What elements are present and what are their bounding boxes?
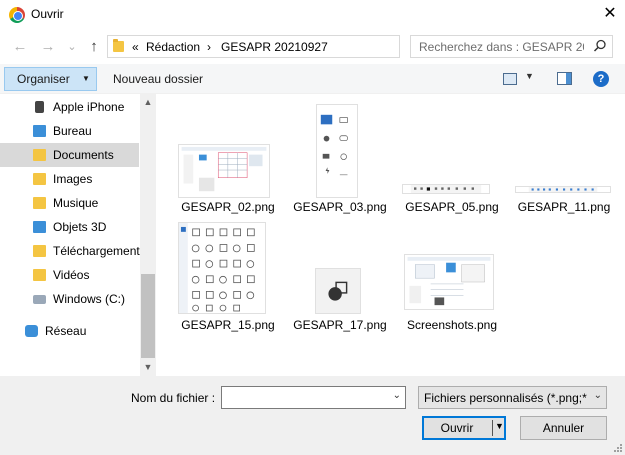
search-input[interactable]: Recherchez dans : GESAPR 20... bbox=[419, 40, 584, 54]
sidebar-item-label: Images bbox=[53, 172, 93, 186]
documents-folder-icon bbox=[33, 149, 46, 161]
sidebar-item-bureau[interactable]: Bureau bbox=[0, 119, 139, 143]
videos-folder-icon bbox=[33, 269, 46, 281]
file-item[interactable]: GESAPR_15.png bbox=[172, 218, 284, 336]
address-bar[interactable]: « Rédaction › GESAPR 20210927 ⌄ ↻ bbox=[107, 35, 499, 58]
file-type-select[interactable]: Fichiers personnalisés (*.png;*.p ⌄ bbox=[418, 386, 607, 409]
sidebar-item-videos[interactable]: Vidéos bbox=[0, 263, 139, 287]
image-thumbnail bbox=[315, 268, 361, 314]
sidebar-item-label: Documents bbox=[53, 148, 114, 162]
file-item[interactable]: GESAPR_03.png bbox=[284, 100, 396, 218]
window-title: Ouvrir bbox=[31, 7, 64, 21]
sidebar-item-label: Téléchargement bbox=[53, 244, 140, 258]
scroll-up-icon[interactable]: ▲ bbox=[140, 94, 156, 111]
file-type-value: Fichiers personnalisés (*.png;*.p bbox=[424, 391, 587, 405]
organise-button[interactable]: Organiser ▼ bbox=[4, 67, 97, 91]
open-button-label: Ouvrir bbox=[440, 421, 474, 435]
file-list: GESAPR_02.png GESAPR_03.png GESAPR_05.pn… bbox=[156, 94, 625, 376]
folder-icon bbox=[113, 39, 124, 52]
sidebar-item-label: Objets 3D bbox=[53, 220, 107, 234]
sidebar-item-label: Musique bbox=[53, 196, 99, 210]
view-dropdown-icon[interactable]: ▼ bbox=[525, 71, 534, 81]
search-box[interactable]: Recherchez dans : GESAPR 20... bbox=[410, 35, 613, 58]
file-name: GESAPR_03.png bbox=[293, 200, 387, 214]
filename-label: Nom du fichier : bbox=[131, 391, 216, 405]
help-icon[interactable]: ? bbox=[593, 71, 609, 87]
sidebar-item-label: Apple iPhone bbox=[53, 100, 125, 114]
file-item[interactable]: GESAPR_11.png bbox=[508, 100, 620, 218]
phone-icon bbox=[35, 101, 44, 113]
breadcrumb-item[interactable]: GESAPR 20210927 bbox=[221, 40, 328, 54]
back-arrow-icon[interactable]: ← bbox=[10, 37, 30, 57]
cancel-button[interactable]: Annuler bbox=[520, 416, 607, 440]
preview-pane-icon[interactable] bbox=[557, 72, 572, 85]
breadcrumb-separator[interactable]: › bbox=[207, 40, 211, 54]
split-divider bbox=[492, 420, 493, 436]
sidebar-item-documents[interactable]: Documents bbox=[0, 143, 139, 167]
sidebar-scrollbar[interactable]: ▲ ▼ bbox=[140, 94, 156, 376]
image-thumbnail bbox=[404, 254, 494, 310]
drive-icon bbox=[33, 295, 46, 304]
file-name: GESAPR_17.png bbox=[293, 318, 387, 332]
image-thumbnail bbox=[402, 184, 490, 194]
image-thumbnail bbox=[515, 186, 611, 193]
sidebar-item-telechargement[interactable]: Téléchargement bbox=[0, 239, 140, 263]
sidebar-item-objets-3d[interactable]: Objets 3D bbox=[0, 215, 139, 239]
file-name: GESAPR_02.png bbox=[181, 200, 275, 214]
image-thumbnail bbox=[178, 222, 266, 314]
forward-arrow-icon[interactable]: → bbox=[38, 37, 58, 57]
desktop-folder-icon bbox=[33, 125, 46, 137]
image-thumbnail bbox=[178, 144, 270, 198]
sidebar-item-label: Réseau bbox=[45, 324, 87, 338]
chevron-down-icon[interactable]: ⌄ bbox=[393, 390, 401, 401]
sidebar-item-reseau[interactable]: Réseau bbox=[0, 319, 139, 343]
search-icon[interactable] bbox=[593, 39, 607, 53]
image-thumbnail bbox=[316, 104, 358, 198]
open-options-icon[interactable]: ▼ bbox=[495, 421, 504, 431]
sidebar-item-apple-iphone[interactable]: Apple iPhone bbox=[0, 95, 139, 119]
close-button[interactable]: ✕ bbox=[595, 0, 625, 30]
chevron-down-icon: ▼ bbox=[82, 74, 90, 83]
sidebar-item-images[interactable]: Images bbox=[0, 167, 139, 191]
view-options-icon[interactable] bbox=[503, 73, 517, 85]
scroll-down-icon[interactable]: ▼ bbox=[140, 359, 156, 376]
navigation-bar: ← → ⌄ ↑ « Rédaction › GESAPR 20210927 ⌄ … bbox=[0, 30, 625, 64]
navigation-pane: Apple iPhone Bureau Documents Images Mus… bbox=[0, 94, 156, 376]
sidebar-item-windows-c[interactable]: Windows (C:) bbox=[0, 287, 139, 311]
objects-3d-folder-icon bbox=[33, 221, 46, 233]
sidebar-item-label: Windows (C:) bbox=[53, 292, 126, 306]
sidebar-item-musique[interactable]: Musique bbox=[0, 191, 139, 215]
file-name: GESAPR_05.png bbox=[405, 200, 499, 214]
music-folder-icon bbox=[33, 197, 46, 209]
pictures-folder-icon bbox=[33, 173, 46, 185]
file-item[interactable]: GESAPR_17.png bbox=[284, 218, 396, 336]
sidebar-item-label: Vidéos bbox=[53, 268, 90, 282]
breadcrumb-overflow[interactable]: « bbox=[132, 40, 139, 54]
title-bar: Ouvrir ✕ bbox=[0, 0, 625, 30]
recent-locations-icon[interactable]: ⌄ bbox=[62, 37, 82, 57]
filename-field[interactable]: ⌄ bbox=[221, 386, 406, 409]
file-item[interactable]: GESAPR_05.png bbox=[396, 100, 508, 218]
file-item[interactable]: Screenshots.png bbox=[396, 218, 508, 336]
breadcrumb-item[interactable]: Rédaction bbox=[146, 40, 200, 54]
file-name: GESAPR_11.png bbox=[517, 200, 611, 214]
file-name: Screenshots.png bbox=[406, 318, 498, 332]
scrollbar-thumb[interactable] bbox=[141, 274, 155, 358]
up-arrow-icon[interactable]: ↑ bbox=[84, 37, 104, 57]
footer-panel: Nom du fichier : ⌄ Fichiers personnalisé… bbox=[0, 376, 625, 455]
downloads-folder-icon bbox=[33, 245, 46, 257]
sidebar-item-label: Bureau bbox=[53, 124, 92, 138]
organise-label: Organiser bbox=[17, 72, 70, 86]
resize-grip-icon[interactable] bbox=[612, 442, 622, 452]
open-button[interactable]: Ouvrir ▼ bbox=[422, 416, 506, 440]
new-folder-button[interactable]: Nouveau dossier bbox=[113, 72, 203, 86]
chrome-icon bbox=[9, 7, 25, 23]
network-icon bbox=[25, 325, 38, 337]
file-item[interactable]: GESAPR_02.png bbox=[172, 100, 284, 218]
chevron-down-icon[interactable]: ⌄ bbox=[594, 390, 602, 401]
file-name: GESAPR_15.png bbox=[181, 318, 275, 332]
command-bar: Organiser ▼ Nouveau dossier ▼ ? bbox=[0, 64, 625, 94]
